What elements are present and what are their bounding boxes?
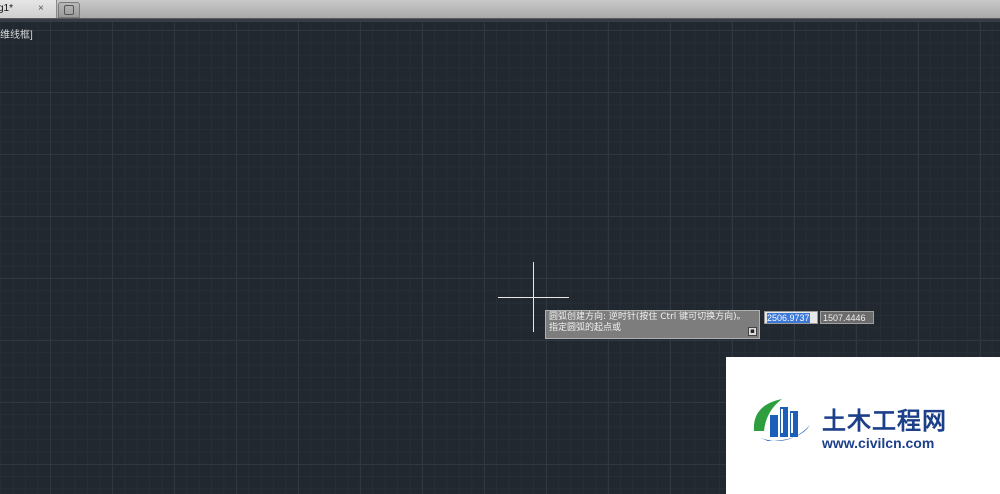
tooltip-line-2: 指定圆弧的起点或	[549, 323, 622, 333]
x-coordinate-input[interactable]: 2506.9737	[764, 311, 818, 324]
tooltip-line-1: 圆弧创建方向: 逆时针(按住 Ctrl 键可切换方向)。	[549, 312, 746, 322]
viewport-controls-label[interactable]: 维线框]	[0, 26, 33, 41]
tab-drawing-label: g1*	[0, 3, 14, 14]
new-tab-button[interactable]	[58, 2, 80, 18]
expand-options-icon[interactable]: ▪	[748, 327, 757, 336]
file-tab-bar: g1* ×	[0, 0, 1000, 19]
new-tab-icon	[64, 5, 74, 15]
y-coordinate-input[interactable]: 1507.4446	[820, 311, 874, 324]
command-tooltip: 圆弧创建方向: 逆时针(按住 Ctrl 键可切换方向)。 指定圆弧的起点或 ▪	[545, 310, 760, 339]
crosshair-vertical	[533, 262, 534, 332]
civilcn-logo-icon	[753, 399, 810, 441]
tab-drawing[interactable]: g1* ×	[0, 0, 57, 18]
x-coordinate-value: 2506.9737	[767, 313, 810, 323]
watermark-title: 土木工程网	[822, 407, 947, 435]
close-icon[interactable]: ×	[38, 0, 44, 18]
watermark-url: www.civilcn.com	[822, 435, 935, 451]
watermark: 土木工程网 www.civilcn.com	[726, 357, 1000, 494]
